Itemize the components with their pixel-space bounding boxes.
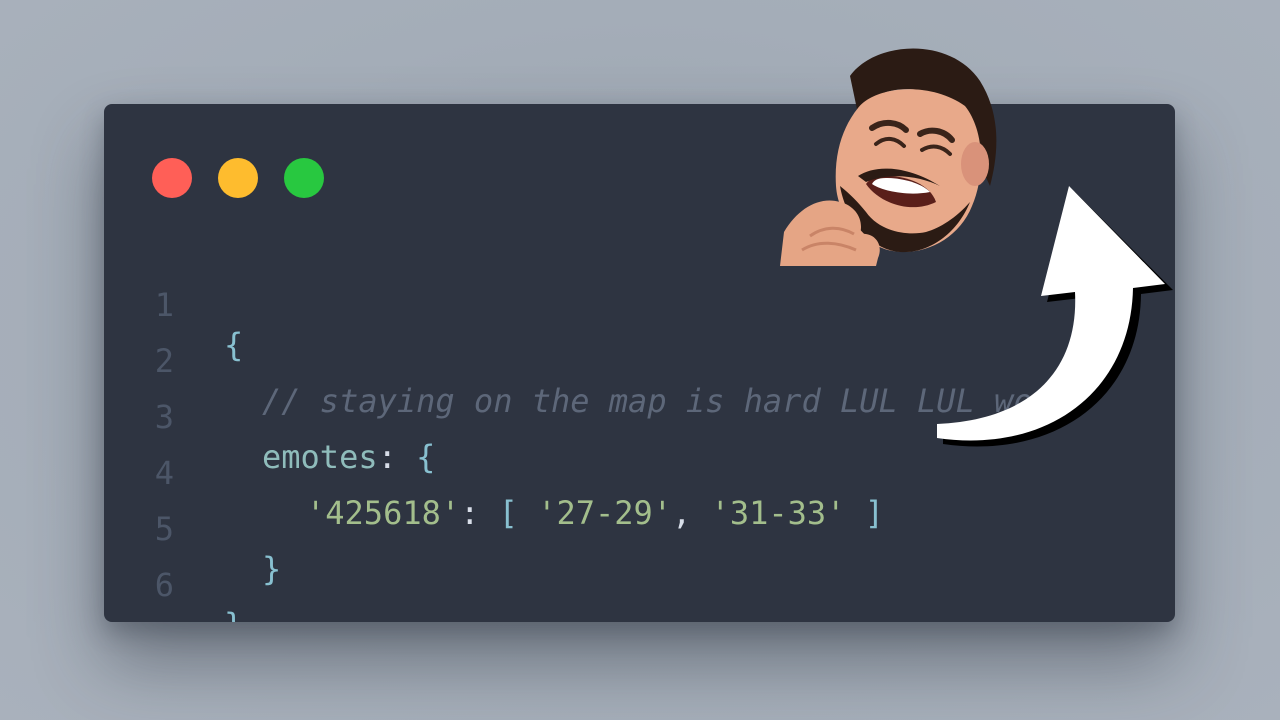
code-line: 6 } <box>104 525 1175 622</box>
line-number: 6 <box>154 566 174 604</box>
close-button[interactable] <box>152 158 192 198</box>
minimize-button[interactable] <box>218 158 258 198</box>
window-controls <box>152 158 324 198</box>
zoom-button[interactable] <box>284 158 324 198</box>
curved-arrow-icon <box>937 186 1173 447</box>
code-line: 5 } <box>104 469 1175 588</box>
close-brace: } <box>224 605 243 622</box>
